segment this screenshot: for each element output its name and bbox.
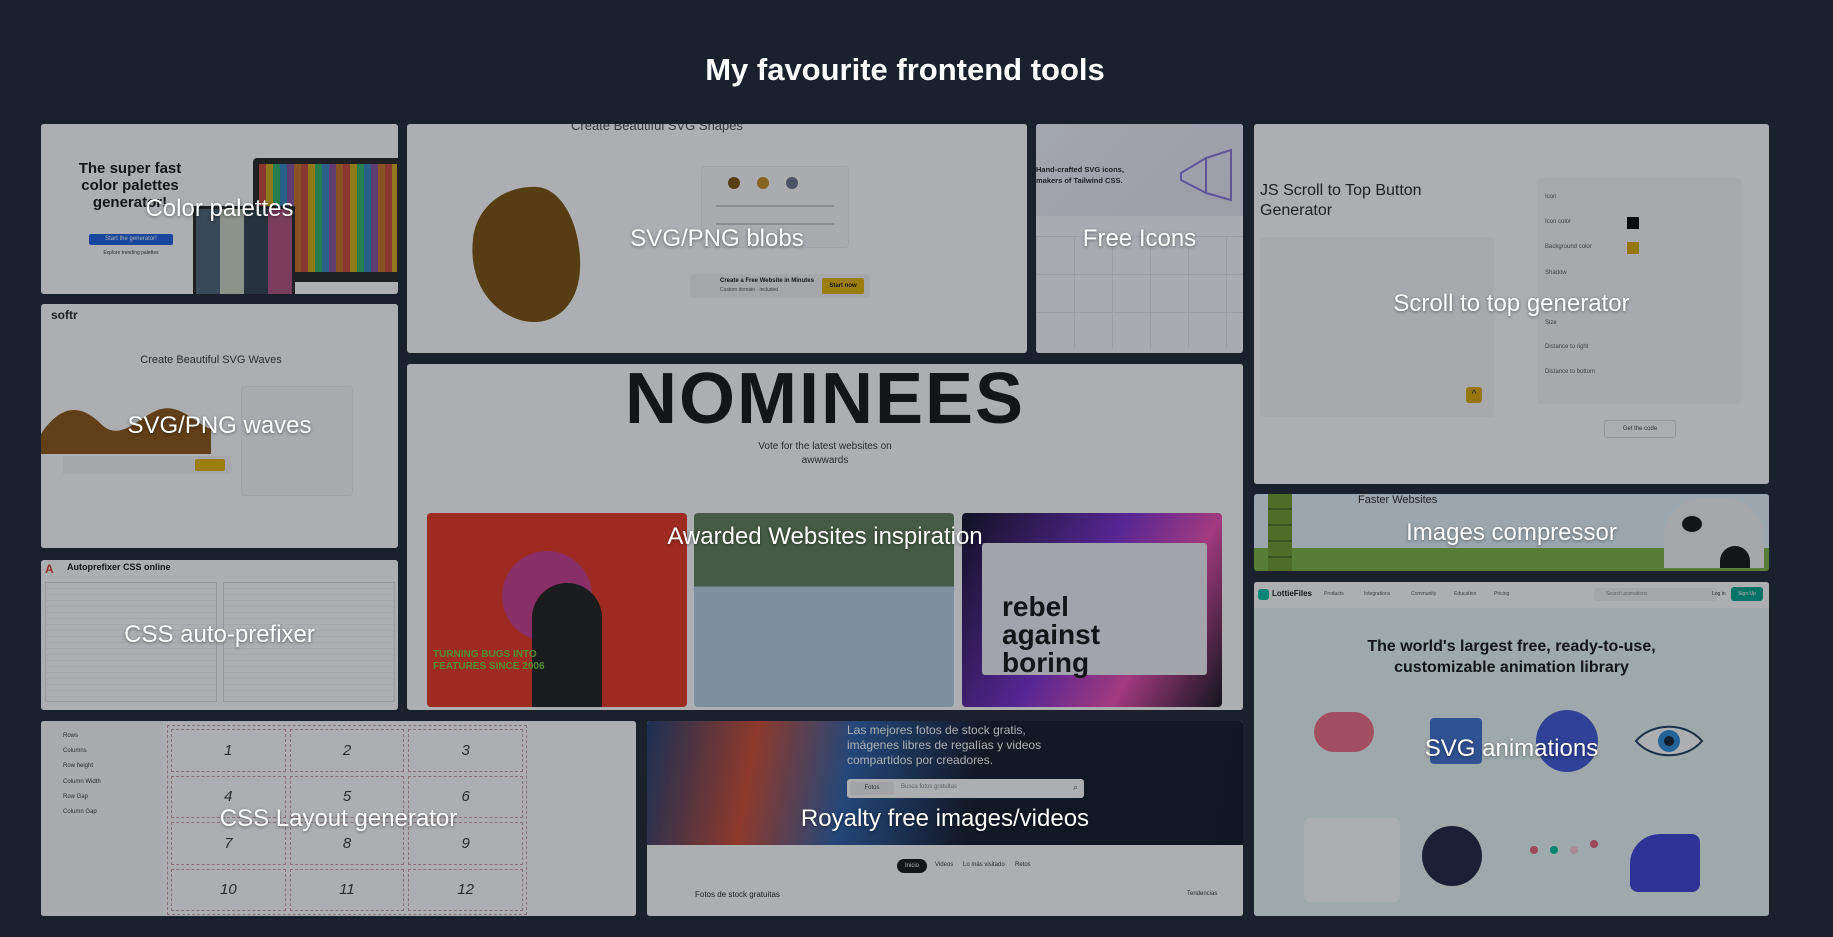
card-free-icons[interactable]: Hand-crafted SVG icons, makers of Tailwi… <box>1036 124 1243 353</box>
card-images-compressor[interactable]: Faster Websites Images compressor <box>1254 494 1769 571</box>
card-label: SVG animations <box>1424 735 1599 762</box>
card-label: Color palettes <box>145 195 294 222</box>
card-svg-animations[interactable]: LottieFiles Products Integrations Commun… <box>1254 582 1769 916</box>
card-label: Free Icons <box>1082 224 1197 252</box>
card-label: Scroll to top generator <box>1393 290 1630 317</box>
card-svg-waves[interactable]: softr Create Beautiful SVG Waves SVG/PNG… <box>41 304 398 548</box>
card-autoprefixer[interactable]: A Autoprefixer CSS online CSS auto-prefi… <box>41 560 398 710</box>
card-label: CSS Layout generator <box>219 804 458 832</box>
card-svg-blobs[interactable]: Create Beautiful SVG Shapes Create a Fre… <box>407 124 1027 353</box>
card-scroll-to-top[interactable]: JS Scroll to Top Button Generator ^ Icon… <box>1254 124 1769 484</box>
card-label: SVG/PNG waves <box>127 412 312 439</box>
card-label: CSS auto-prefixer <box>124 621 315 648</box>
page-title: My favourite frontend tools <box>705 52 1105 87</box>
card-css-layout[interactable]: Rows Columns Row height Column Width Row… <box>41 721 636 916</box>
card-label: Royalty free images/videos <box>800 804 1090 832</box>
card-label: Awarded Websites inspiration <box>667 523 983 550</box>
card-royalty-free[interactable]: Las mejores fotos de stock gratis, imáge… <box>647 721 1243 916</box>
card-label: Images compressor <box>1406 518 1617 546</box>
card-awwwards[interactable]: NOMINEES Vote for the latest websites on… <box>407 364 1243 710</box>
card-label: SVG/PNG blobs <box>630 224 804 252</box>
card-color-palettes[interactable]: The super fast color palettes generator!… <box>41 124 398 294</box>
